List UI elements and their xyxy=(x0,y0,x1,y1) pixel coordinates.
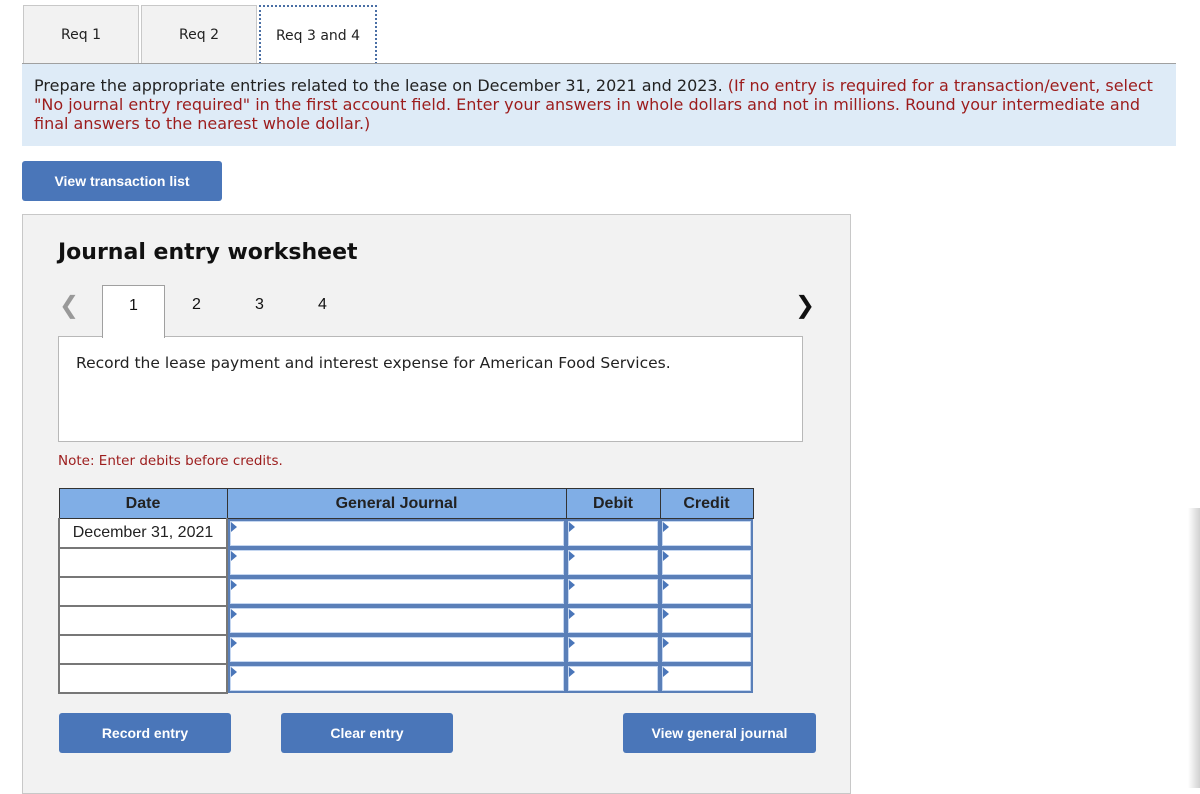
credit-input[interactable] xyxy=(662,637,751,662)
date-cell xyxy=(58,605,228,636)
instructions-main: Prepare the appropriate entries related … xyxy=(34,76,728,95)
clear-entry-button[interactable]: Clear entry xyxy=(281,713,453,753)
date-cell xyxy=(58,634,228,665)
journal-entry-worksheet-panel: Journal entry worksheet ❮ 1 2 3 4 ❯ Reco… xyxy=(22,214,851,794)
worksheet-title: Journal entry worksheet xyxy=(58,240,358,265)
table-row xyxy=(58,634,753,665)
credit-input[interactable] xyxy=(662,608,751,633)
debit-input[interactable] xyxy=(568,608,658,633)
transaction-description: Record the lease payment and interest ex… xyxy=(58,336,803,442)
header-general-journal: General Journal xyxy=(226,488,567,519)
debit-input[interactable] xyxy=(568,550,658,575)
account-input[interactable] xyxy=(230,579,564,604)
account-input[interactable] xyxy=(230,550,564,575)
journal-entry-table: Date General Journal Debit Credit Decemb… xyxy=(58,488,754,694)
date-cell xyxy=(58,663,228,694)
header-debit: Debit xyxy=(565,488,661,519)
date-cell: December 31, 2021 xyxy=(58,518,228,549)
header-date: Date xyxy=(58,488,228,519)
worksheet-step-tabs: 1 2 3 4 xyxy=(102,285,354,338)
credit-input[interactable] xyxy=(662,579,751,604)
credit-input[interactable] xyxy=(662,521,751,546)
tab-req-3-and-4[interactable]: Req 3 and 4 xyxy=(259,5,377,64)
step-tab-1[interactable]: 1 xyxy=(102,285,165,338)
table-row xyxy=(58,547,753,578)
account-input[interactable] xyxy=(230,521,564,546)
header-credit: Credit xyxy=(659,488,754,519)
view-transaction-list-button[interactable]: View transaction list xyxy=(22,161,222,201)
account-input[interactable] xyxy=(230,666,564,691)
debit-input[interactable] xyxy=(568,521,658,546)
window-edge-shadow xyxy=(1188,508,1200,788)
chevron-right-icon[interactable]: ❯ xyxy=(795,291,815,319)
date-cell xyxy=(58,576,228,607)
step-tab-3[interactable]: 3 xyxy=(228,285,291,337)
credit-input[interactable] xyxy=(662,666,751,691)
chevron-left-icon[interactable]: ❮ xyxy=(59,291,79,319)
account-input[interactable] xyxy=(230,637,564,662)
record-entry-button[interactable]: Record entry xyxy=(59,713,231,753)
view-general-journal-button[interactable]: View general journal xyxy=(623,713,816,753)
step-tab-2[interactable]: 2 xyxy=(165,285,228,337)
description-text: Record the lease payment and interest ex… xyxy=(76,354,671,372)
tab-req-1[interactable]: Req 1 xyxy=(23,5,139,64)
requirement-tabs: Req 1 Req 2 Req 3 and 4 xyxy=(23,5,379,64)
table-row xyxy=(58,605,753,636)
table-row: December 31, 2021 xyxy=(58,518,753,549)
table-row xyxy=(58,576,753,607)
debit-input[interactable] xyxy=(568,579,658,604)
debits-credits-note: Note: Enter debits before credits. xyxy=(58,453,283,469)
table-row xyxy=(58,663,753,694)
credit-input[interactable] xyxy=(662,550,751,575)
account-input[interactable] xyxy=(230,608,564,633)
debit-input[interactable] xyxy=(568,666,658,691)
tab-req-2[interactable]: Req 2 xyxy=(141,5,257,64)
debit-input[interactable] xyxy=(568,637,658,662)
instructions-banner: Prepare the appropriate entries related … xyxy=(22,64,1176,146)
step-tab-4[interactable]: 4 xyxy=(291,285,354,337)
date-cell xyxy=(58,547,228,578)
table-header-row: Date General Journal Debit Credit xyxy=(58,488,754,519)
